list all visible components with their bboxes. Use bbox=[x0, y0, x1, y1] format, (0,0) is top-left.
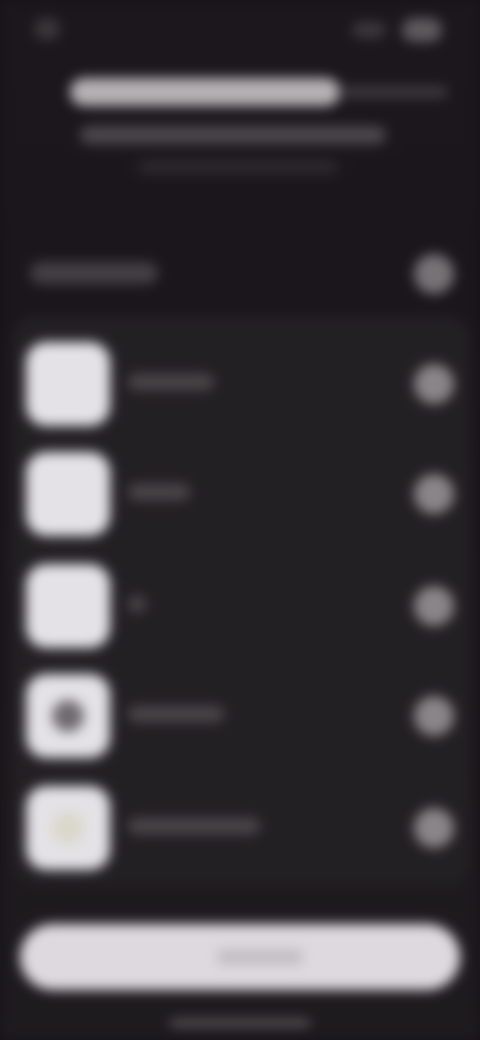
signal-icon bbox=[352, 22, 386, 38]
app-icon bbox=[26, 452, 110, 536]
list-item[interactable] bbox=[0, 444, 480, 540]
row-action-button[interactable] bbox=[414, 474, 454, 514]
list-item[interactable] bbox=[0, 666, 480, 762]
page-caption bbox=[138, 160, 338, 174]
page-title-tail bbox=[338, 86, 448, 98]
page-subtitle bbox=[80, 126, 386, 144]
battery-icon bbox=[402, 18, 442, 42]
app-screen bbox=[0, 0, 480, 1040]
section-title bbox=[30, 262, 158, 284]
app-name bbox=[128, 374, 214, 390]
list-item[interactable] bbox=[0, 334, 480, 430]
row-action-button[interactable] bbox=[414, 586, 454, 626]
dark-circle-icon bbox=[52, 700, 84, 732]
page-title bbox=[70, 78, 340, 106]
app-icon bbox=[26, 674, 110, 758]
row-action-button[interactable] bbox=[414, 364, 454, 404]
app-icon bbox=[26, 786, 110, 870]
status-bar bbox=[0, 12, 480, 48]
list-item[interactable] bbox=[0, 556, 480, 652]
primary-button-label bbox=[216, 949, 304, 965]
header-card bbox=[18, 60, 462, 188]
row-action-button[interactable] bbox=[414, 808, 454, 848]
app-icon bbox=[26, 342, 110, 426]
home-indicator[interactable] bbox=[170, 1020, 310, 1026]
section-header bbox=[0, 244, 480, 304]
app-name bbox=[128, 818, 260, 834]
app-name bbox=[128, 596, 146, 612]
app-name bbox=[128, 484, 190, 500]
app-name bbox=[128, 706, 224, 722]
light-circle-icon bbox=[52, 812, 84, 844]
section-action-button[interactable] bbox=[414, 254, 454, 294]
app-icon bbox=[26, 564, 110, 648]
row-action-button[interactable] bbox=[414, 696, 454, 736]
list-item[interactable] bbox=[0, 778, 480, 874]
status-time bbox=[34, 18, 60, 40]
primary-button[interactable] bbox=[20, 924, 460, 990]
